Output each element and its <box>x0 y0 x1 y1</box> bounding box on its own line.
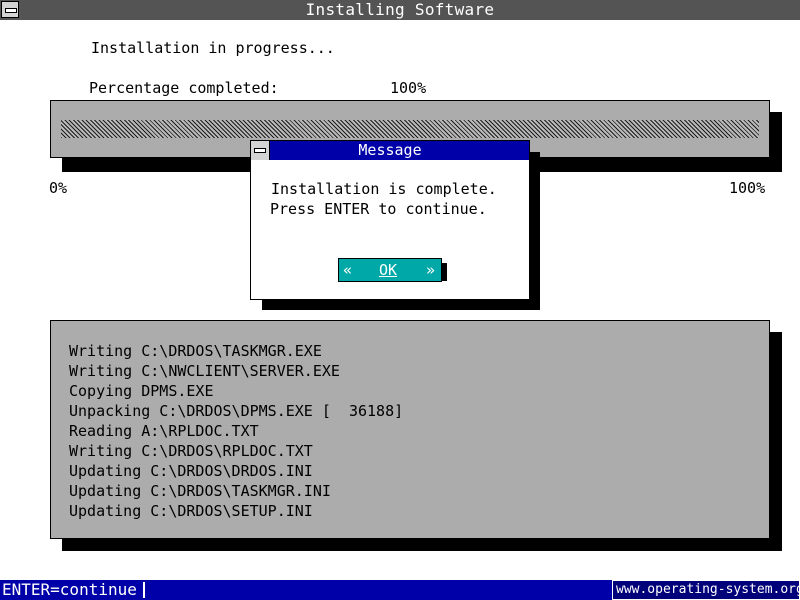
ok-left-chevron-icon: « <box>343 261 353 279</box>
percentage-label: Percentage completed: <box>89 79 279 97</box>
watermark: www.operating-system.org <box>612 580 800 600</box>
dialog-titlebar: Message <box>251 141 529 160</box>
dialog-message-line1: Installation is complete. <box>271 180 497 198</box>
log-line: Writing C:\DRDOS\TASKMGR.EXE <box>69 342 322 360</box>
ok-button-label: OK <box>379 261 398 279</box>
log-line: Copying DPMS.EXE <box>69 382 214 400</box>
ok-right-chevron-icon: » <box>425 261 435 279</box>
text-cursor <box>143 582 145 598</box>
dialog-system-menu-icon[interactable] <box>251 141 270 160</box>
progress-scale-max: 100% <box>729 179 766 197</box>
status-line: Installation in progress... <box>91 39 335 57</box>
log-list: Writing C:\DRDOS\TASKMGR.EXE Writing C:\N… <box>69 341 403 521</box>
status-bar-text: ENTER=continue <box>2 580 137 599</box>
log-line: Updating C:\DRDOS\TASKMGR.INI <box>69 482 331 500</box>
dialog-title: Message <box>358 141 422 159</box>
system-menu-icon[interactable] <box>1 1 19 18</box>
log-line: Writing C:\DRDOS\RPLDOC.TXT <box>69 442 313 460</box>
log-panel: Writing C:\DRDOS\TASKMGR.EXE Writing C:\N… <box>50 320 770 539</box>
log-line: Writing C:\NWCLIENT\SERVER.EXE <box>69 362 340 380</box>
log-line: Reading A:\RPLDOC.TXT <box>69 422 259 440</box>
percentage-value: 100% <box>390 79 427 97</box>
dialog-message-line2: Press ENTER to continue. <box>270 200 487 218</box>
window-titlebar: Installing Software <box>0 0 800 20</box>
message-dialog: Message Installation is complete. Press … <box>250 140 530 300</box>
log-line: Updating C:\DRDOS\SETUP.INI <box>69 502 313 520</box>
progress-bar <box>61 120 759 138</box>
progress-scale-min: 0% <box>49 179 68 197</box>
log-line: Updating C:\DRDOS\DRDOS.INI <box>69 462 313 480</box>
window-title: Installing Software <box>305 0 495 19</box>
progress-bar-fill <box>61 120 759 138</box>
log-line: Unpacking C:\DRDOS\DPMS.EXE [ 36188] <box>69 402 404 420</box>
ok-button[interactable]: « OK » <box>338 258 442 282</box>
